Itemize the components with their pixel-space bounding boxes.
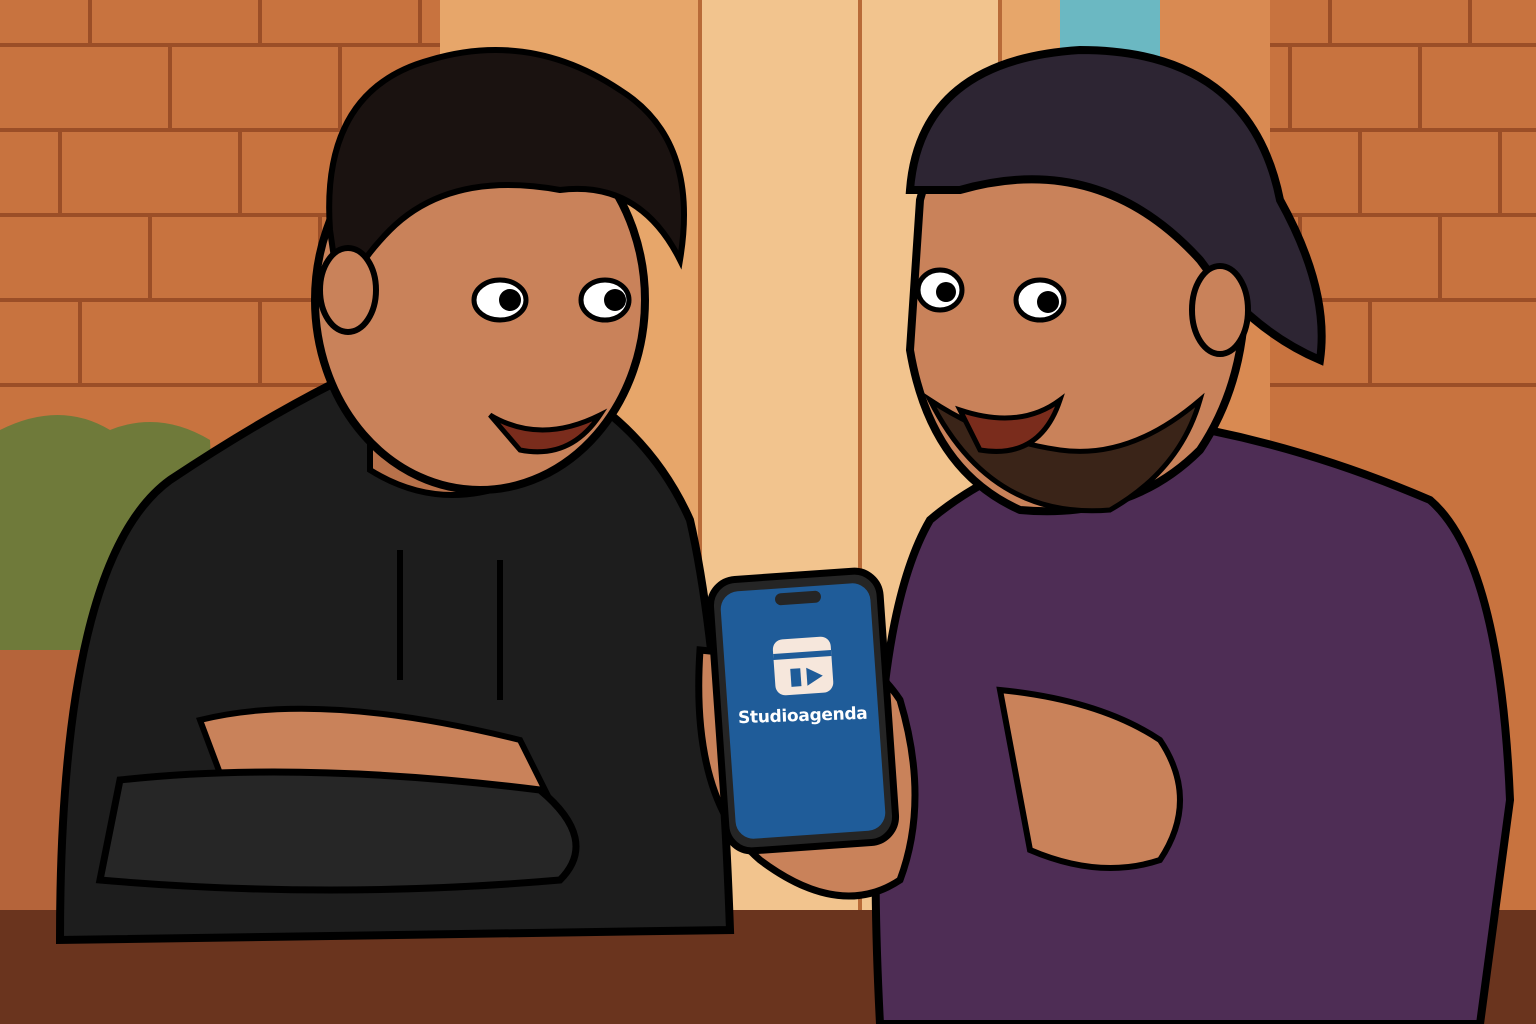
illustration (0, 0, 1536, 1024)
illustration-scene: Studioagenda (0, 0, 1536, 1024)
calendar-play-icon (772, 636, 834, 696)
